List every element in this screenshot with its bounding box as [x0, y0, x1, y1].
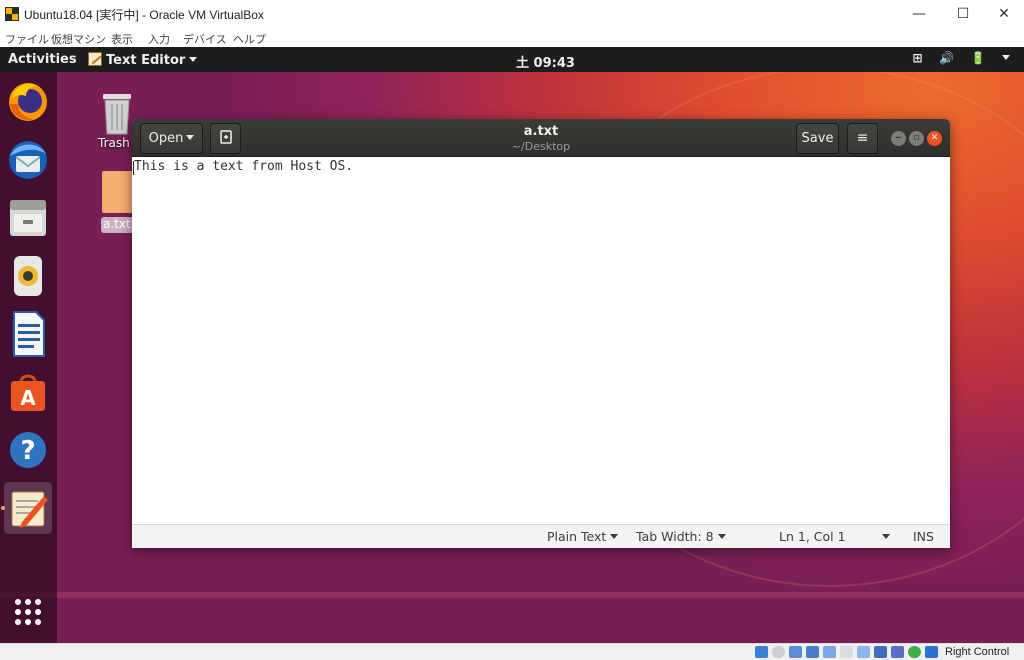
text-editor-window: Open a.txt ~/Desktop Save ≡ ‒ ▫ ✕ This i… — [132, 119, 950, 548]
rhythmbox-icon — [14, 256, 42, 296]
firefox-icon — [9, 83, 47, 121]
clock[interactable]: 土 09:43 — [516, 52, 575, 71]
host-key-label: Right Control — [945, 646, 1010, 658]
insert-mode-indicator: INS — [913, 529, 934, 544]
menu-machine[interactable]: 仮想マシン — [51, 31, 106, 47]
maximize-button[interactable]: ☐ — [950, 4, 976, 24]
files-icon — [10, 200, 46, 236]
editor-headerbar: Open a.txt ~/Desktop Save ≡ ‒ ▫ ✕ — [132, 119, 950, 157]
cpu-icon[interactable] — [908, 646, 921, 658]
dock-files[interactable] — [4, 192, 52, 244]
language-selector[interactable]: Plain Text — [547, 529, 619, 544]
dock-rhythmbox[interactable] — [4, 250, 52, 302]
dock-libreoffice-writer[interactable] — [4, 308, 52, 360]
menu-input[interactable]: 入力 — [148, 31, 170, 47]
usb-icon[interactable] — [823, 646, 836, 658]
window-title: Ubuntu18.04 [実行中] - Oracle VM VirtualBox — [24, 8, 264, 22]
system-tray[interactable]: ⊞ 🔊 🔋 — [900, 51, 1010, 69]
libreoffice-writer-icon — [13, 311, 45, 357]
battery-icon: 🔋 — [970, 51, 986, 65]
volume-icon: 🔊 — [939, 51, 954, 65]
network-icon: ⊞ — [912, 51, 923, 65]
window-minimize-button[interactable]: ‒ — [891, 131, 906, 146]
menu-help[interactable]: ヘルプ — [233, 31, 266, 47]
chevron-down-icon — [610, 534, 619, 539]
hamburger-menu-button[interactable]: ≡ — [847, 123, 878, 154]
display-icon[interactable] — [857, 646, 870, 658]
chevron-down-icon — [717, 534, 726, 539]
position-dropdown[interactable] — [878, 529, 890, 544]
text-file-icon[interactable] — [102, 171, 134, 213]
activities-button[interactable]: Activities — [8, 52, 77, 67]
dock-help[interactable]: ? — [4, 424, 52, 476]
editor-statusbar: Plain Text Tab Width: 8 Ln 1, Col 1 INS — [132, 524, 950, 548]
trash-icon[interactable] — [99, 90, 135, 136]
ubuntu-topbar: Activities Text Editor 土 09:43 ⊞ 🔊 🔋 — [0, 47, 1024, 72]
chevron-down-icon — [882, 534, 890, 539]
shared-folders-icon[interactable] — [840, 646, 853, 658]
optical-drive-icon[interactable] — [772, 646, 785, 658]
vbox-statusbar: Right Control — [0, 643, 1024, 660]
audio-icon[interactable] — [789, 646, 802, 658]
window-close-button[interactable]: ✕ — [927, 131, 942, 146]
menu-view[interactable]: 表示 — [111, 31, 133, 47]
virtualbox-app-icon — [5, 7, 19, 21]
menu-file[interactable]: ファイル — [5, 31, 49, 47]
mouse-integration-icon[interactable] — [925, 646, 938, 658]
tab-width-label: Tab Width: 8 — [636, 529, 714, 544]
help-icon: ? — [10, 432, 46, 468]
vbox-titlebar: Ubuntu18.04 [実行中] - Oracle VM VirtualBox… — [0, 0, 1024, 29]
save-button[interactable]: Save — [796, 123, 839, 154]
svg-text:?: ? — [20, 436, 35, 466]
file-label[interactable]: a.txt — [101, 217, 135, 233]
guest-screen[interactable]: Activities Text Editor 土 09:43 ⊞ 🔊 🔋 A ?… — [0, 47, 1024, 643]
text-editor-area[interactable]: This is a text from Host OS. — [132, 158, 950, 524]
language-label: Plain Text — [547, 529, 607, 544]
running-indicator — [1, 506, 5, 510]
dock-firefox[interactable] — [4, 76, 52, 128]
vbox-menubar: ファイル 仮想マシン 表示 入力 デバイス ヘルプ — [0, 29, 1024, 47]
network-icon[interactable] — [806, 646, 819, 658]
chevron-down-icon — [1002, 55, 1010, 60]
app-menu-label: Text Editor — [106, 53, 186, 68]
thunderbird-icon — [9, 141, 47, 179]
virtualization-icon[interactable] — [891, 646, 904, 658]
tab-width-selector[interactable]: Tab Width: 8 — [636, 529, 726, 544]
dock-show-applications[interactable] — [4, 588, 52, 640]
text-editor-icon — [88, 52, 102, 66]
app-menu[interactable]: Text Editor — [88, 52, 198, 68]
dock-text-editor[interactable] — [4, 482, 52, 534]
dock-software[interactable]: A — [4, 366, 52, 418]
document-content[interactable]: This is a text from Host OS. — [134, 159, 353, 174]
video-capture-icon[interactable] — [874, 646, 887, 658]
chevron-down-icon — [189, 57, 198, 62]
dock-thunderbird[interactable] — [4, 134, 52, 186]
cursor-position[interactable]: Ln 1, Col 1 — [779, 529, 846, 544]
minimize-button[interactable]: — — [906, 4, 932, 24]
dock: A ? — [0, 72, 57, 643]
window-maximize-button[interactable]: ▫ — [909, 131, 924, 146]
svg-text:A: A — [20, 386, 36, 410]
show-applications-icon — [15, 599, 41, 625]
wallpaper-band — [0, 592, 1024, 598]
menu-devices[interactable]: デバイス — [183, 31, 227, 47]
text-editor-icon — [11, 491, 48, 528]
close-button[interactable]: ✕ — [991, 4, 1017, 24]
software-center-icon: A — [11, 374, 45, 411]
hard-disk-icon[interactable] — [755, 646, 768, 658]
